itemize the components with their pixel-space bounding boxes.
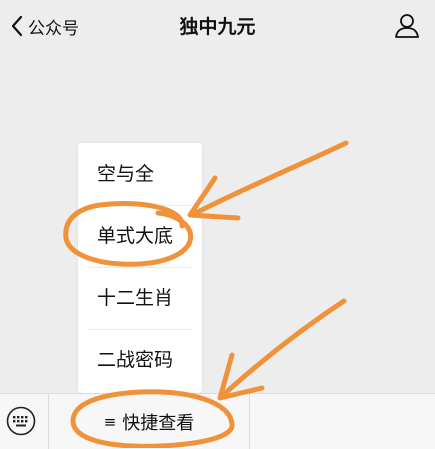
keyboard-icon[interactable]: [6, 406, 36, 436]
annotation-arrow-lower: [219, 298, 347, 399]
annotation-arrow-lower-head: [217, 352, 265, 401]
quick-view-menu-button[interactable]: ≡ 快捷查看: [49, 394, 249, 449]
menu-item-kong-yu-quan[interactable]: 空与全: [78, 143, 202, 205]
quick-view-label: 快捷查看: [122, 412, 195, 434]
bottom-menu-bar: ≡ 快捷查看: [0, 393, 435, 449]
menu-lines-icon: ≡: [103, 412, 117, 431]
person-icon[interactable]: [393, 11, 421, 39]
menu-item-er-zhan-mi-ma[interactable]: 二战密码: [78, 329, 202, 391]
popup-submenu: 空与全 单式大底 十二生肖 二战密码: [78, 143, 202, 393]
bottom-bar-divider: [249, 394, 250, 449]
top-navigation-bar: 公众号 独中九元: [0, 0, 435, 52]
page-title: 独中九元: [179, 16, 256, 38]
menu-item-dan-shi-da-di[interactable]: 单式大底: [78, 205, 202, 267]
annotation-arrow-upper: [189, 140, 349, 218]
hand-drawn-annotations: [63, 140, 349, 448]
menu-item-shi-er-sheng-xiao[interactable]: 十二生肖: [78, 267, 202, 329]
